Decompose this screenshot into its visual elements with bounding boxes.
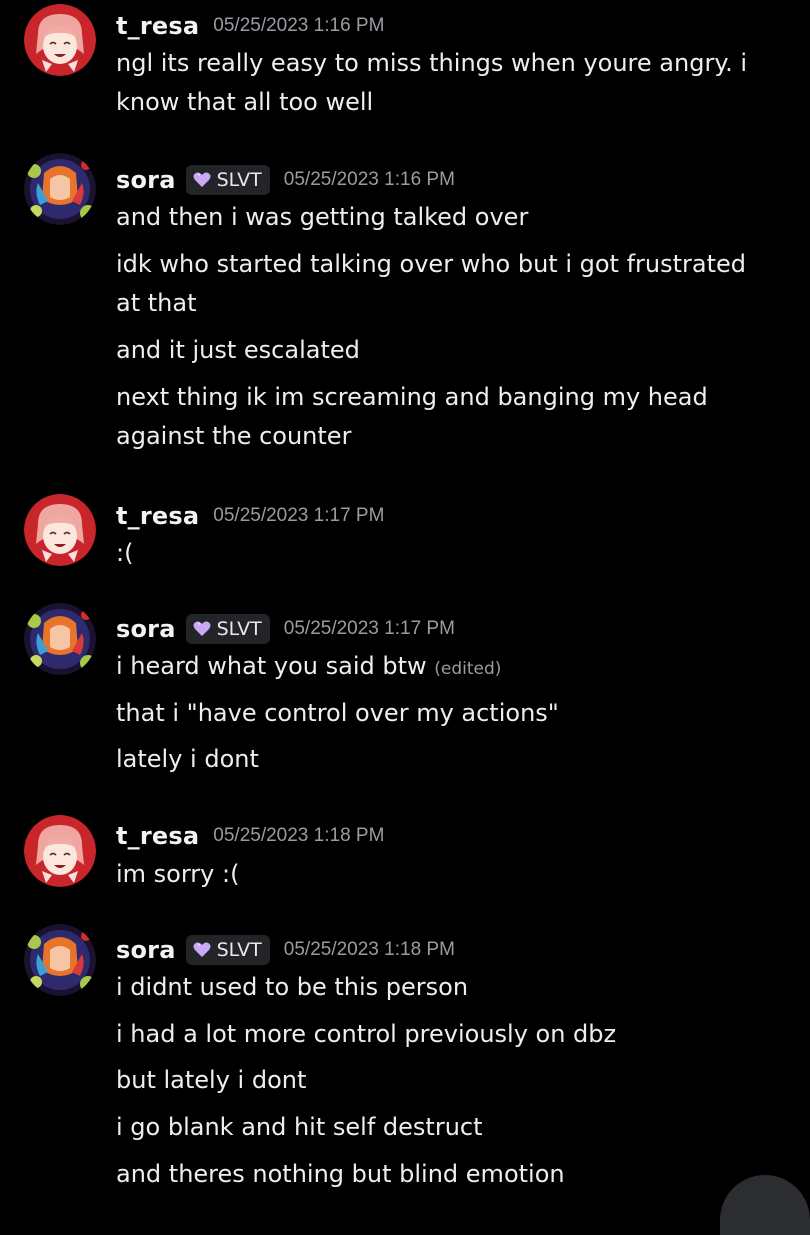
timestamp: 05/25/2023 1:16 PM [213, 15, 385, 36]
avatar[interactable] [24, 4, 96, 76]
message-text: i had a lot more control previously on d… [116, 1020, 617, 1048]
message-header: sora SLVT 05/25/2023 1:16 PM [116, 163, 455, 197]
timestamp: 05/25/2023 1:18 PM [213, 825, 385, 846]
avatar[interactable] [24, 153, 96, 225]
message-text: that i "have control over my actions" [116, 699, 559, 727]
username[interactable]: sora [116, 166, 176, 194]
message-text: and then i was getting talked over [116, 203, 529, 231]
avatar[interactable] [24, 494, 96, 566]
message-text: ngl its really easy to miss things when … [116, 49, 748, 116]
avatar[interactable] [24, 924, 96, 996]
timestamp: 05/25/2023 1:16 PM [283, 169, 455, 190]
message-header: t_resa 05/25/2023 1:18 PM [116, 819, 384, 853]
message-header: t_resa 05/25/2023 1:17 PM [116, 499, 384, 533]
message-text: and it just escalated [116, 336, 360, 364]
message-text: but lately i dont [116, 1066, 307, 1094]
message-text: :( [116, 539, 134, 567]
message-header: sora SLVT 05/25/2023 1:17 PM [116, 612, 455, 646]
message-text: and theres nothing but blind emotion [116, 1160, 565, 1188]
heart-icon [192, 940, 212, 960]
username[interactable]: sora [116, 615, 176, 643]
message-text: lately i dont [116, 745, 259, 773]
server-tag-label: SLVT [216, 169, 262, 191]
message-text: i go blank and hit self destruct [116, 1113, 483, 1141]
avatar[interactable] [24, 603, 96, 675]
server-tag[interactable]: SLVT [185, 935, 270, 965]
server-tag-label: SLVT [216, 939, 262, 961]
avatar[interactable] [24, 815, 96, 887]
timestamp: 05/25/2023 1:17 PM [213, 505, 385, 526]
message-header: t_resa 05/25/2023 1:16 PM [116, 9, 384, 43]
username[interactable]: t_resa [116, 822, 199, 850]
edited-label: (edited) [434, 659, 502, 679]
heart-icon [192, 170, 212, 190]
timestamp: 05/25/2023 1:17 PM [283, 618, 455, 639]
server-tag[interactable]: SLVT [185, 614, 270, 644]
server-tag[interactable]: SLVT [185, 165, 270, 195]
timestamp: 05/25/2023 1:18 PM [283, 939, 455, 960]
message-text: idk who started talking over who but i g… [116, 250, 746, 317]
heart-icon [192, 619, 212, 639]
chat-message-list[interactable]: t_resa 05/25/2023 1:16 PM ngl its really… [0, 0, 810, 1200]
username[interactable]: t_resa [116, 502, 199, 530]
message-text: i didnt used to be this person [116, 973, 469, 1001]
username[interactable]: sora [116, 936, 176, 964]
message-text: next thing ik im screaming and banging m… [116, 383, 708, 450]
message-text: im sorry :( [116, 860, 240, 888]
message-text: i heard what you said btw (edited) [116, 652, 502, 680]
server-tag-label: SLVT [216, 618, 262, 640]
username[interactable]: t_resa [116, 12, 199, 40]
message-header: sora SLVT 05/25/2023 1:18 PM [116, 933, 455, 967]
